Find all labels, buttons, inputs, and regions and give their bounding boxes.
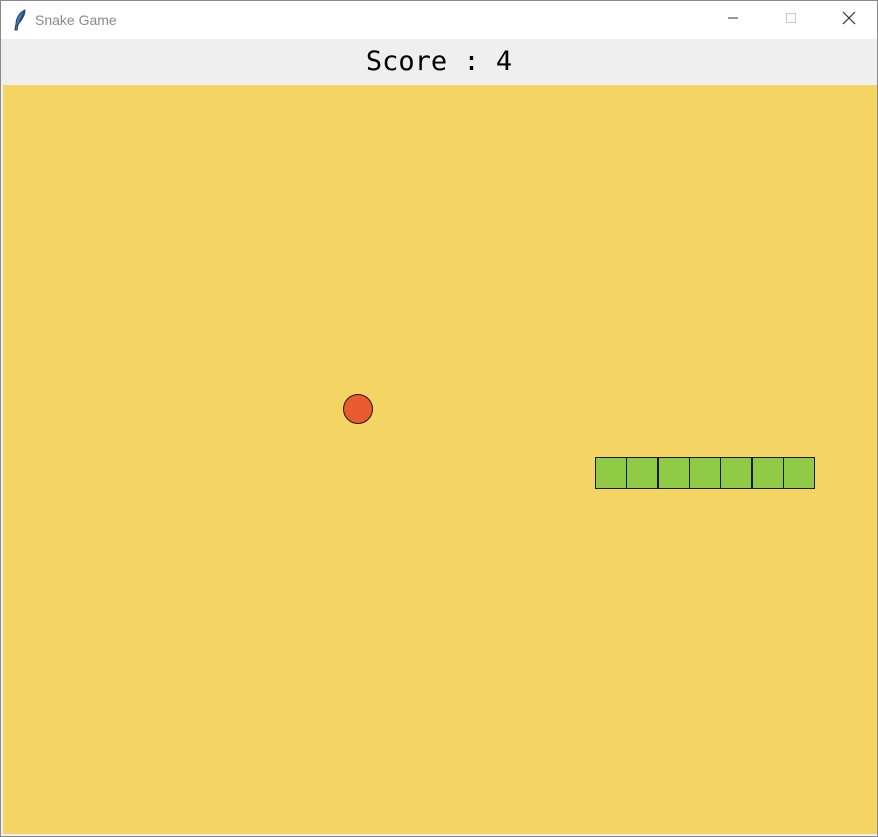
snake-segment <box>720 457 752 489</box>
snake-segment <box>658 457 690 489</box>
score-bar: Score : 4 <box>1 39 877 84</box>
maximize-icon <box>785 11 797 29</box>
score-label: Score : 4 <box>365 46 513 77</box>
game-window: Snake Game Score : 4 <box>0 0 878 837</box>
snake-segment <box>752 457 784 489</box>
title-bar[interactable]: Snake Game <box>1 1 877 39</box>
close-icon <box>842 11 856 30</box>
minimize-icon <box>727 11 739 29</box>
snake-segment <box>595 457 627 489</box>
snake-segment <box>689 457 721 489</box>
game-board[interactable] <box>3 85 877 834</box>
food-apple <box>343 394 373 424</box>
minimize-button[interactable] <box>704 1 762 39</box>
snake-segment <box>783 457 815 489</box>
maximize-button[interactable] <box>762 1 820 39</box>
feather-icon <box>12 9 28 31</box>
snake-segment <box>626 457 658 489</box>
window-title: Snake Game <box>35 12 117 28</box>
close-button[interactable] <box>820 1 877 39</box>
